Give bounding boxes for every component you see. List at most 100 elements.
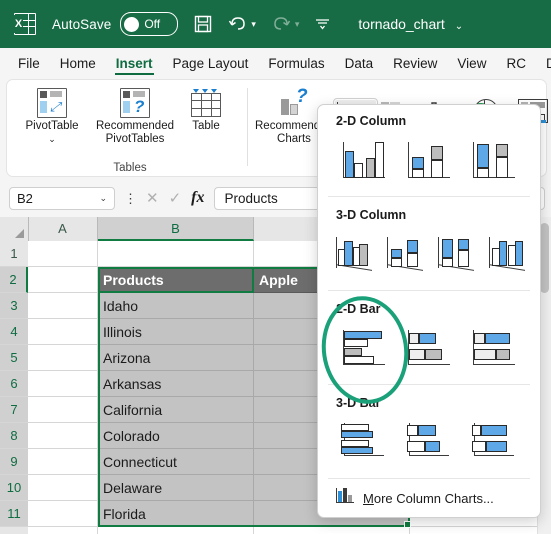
cell-a3[interactable] bbox=[28, 293, 98, 319]
row-header-1[interactable]: 1 bbox=[0, 241, 28, 267]
row-header-12[interactable]: 12 bbox=[0, 527, 28, 534]
row-header-2[interactable]: 2 bbox=[0, 267, 28, 293]
cell-a12[interactable] bbox=[28, 527, 98, 534]
insert-column-chart-gallery[interactable]: 2-D Column 3-D Column 2-D Bar 3-D Bar Mo… bbox=[317, 104, 541, 518]
row-header-4[interactable]: 4 bbox=[0, 319, 28, 345]
cell-a11[interactable] bbox=[28, 501, 98, 527]
column-header-b[interactable]: B bbox=[98, 217, 254, 241]
more-column-charts-item[interactable]: More Column Charts... bbox=[318, 481, 540, 515]
excel-logo-icon: X bbox=[14, 13, 36, 35]
gallery-section-title-2d-bar: 2-D Bar bbox=[336, 302, 381, 316]
cell-c12[interactable] bbox=[254, 527, 410, 534]
row-header-6[interactable]: 6 bbox=[0, 371, 28, 397]
enter-icon[interactable]: ✓ bbox=[169, 189, 182, 207]
document-name-caret-icon[interactable]: ⌄ bbox=[455, 21, 463, 32]
tab-page-layout[interactable]: Page Layout bbox=[163, 50, 259, 77]
cell-a6[interactable] bbox=[28, 371, 98, 397]
sheet-row-12 bbox=[28, 527, 551, 534]
pivottable-caret-icon[interactable]: ⌄ bbox=[48, 133, 56, 146]
customize-quick-access-icon[interactable] bbox=[315, 17, 330, 31]
cell-b3[interactable]: Idaho bbox=[98, 293, 254, 319]
table-button[interactable]: Table bbox=[181, 86, 231, 133]
column-header-a[interactable]: A bbox=[28, 217, 98, 241]
cell-b4[interactable]: Illinois bbox=[98, 319, 254, 345]
row-header-3[interactable]: 3 bbox=[0, 293, 28, 319]
document-name[interactable]: tornado_chart ⌄ bbox=[358, 16, 463, 32]
3d-stacked-bar-icon[interactable] bbox=[397, 414, 459, 470]
undo-dropdown-caret-icon[interactable]: ▾ bbox=[251, 19, 256, 30]
row-header-9[interactable]: 9 bbox=[0, 449, 28, 475]
3d-stacked-column-icon[interactable] bbox=[381, 226, 429, 282]
row-header-11[interactable]: 11 bbox=[0, 501, 28, 527]
cell-b7[interactable]: California bbox=[98, 397, 254, 423]
cell-b5[interactable]: Arizona bbox=[98, 345, 254, 371]
vertical-scrollbar-thumb[interactable] bbox=[540, 223, 549, 293]
redo-dropdown-caret-icon[interactable]: ▾ bbox=[295, 19, 300, 30]
row-header-10[interactable]: 10 bbox=[0, 475, 28, 501]
ribbon-group-title-tables: Tables bbox=[113, 162, 147, 174]
recommended-charts-icon: ? bbox=[279, 86, 309, 120]
name-box-caret-icon[interactable]: ⌄ bbox=[99, 193, 107, 204]
cell-a9[interactable] bbox=[28, 449, 98, 475]
cancel-icon[interactable]: ✕ bbox=[146, 189, 159, 207]
tab-formulas[interactable]: Formulas bbox=[258, 50, 334, 77]
gallery-section-2d-bar bbox=[318, 320, 540, 382]
3d-100-stacked-column-icon[interactable] bbox=[432, 226, 480, 282]
formula-input-value: Products bbox=[224, 190, 278, 206]
3d-column-icon[interactable] bbox=[483, 226, 531, 282]
insert-function-icon[interactable]: fx bbox=[191, 189, 204, 207]
stacked-bar-icon[interactable] bbox=[397, 320, 459, 376]
cell-b8[interactable]: Colorado bbox=[98, 423, 254, 449]
clustered-bar-icon[interactable] bbox=[332, 320, 394, 376]
select-all-corner[interactable] bbox=[0, 217, 29, 242]
gallery-divider-3 bbox=[328, 384, 530, 385]
tab-insert[interactable]: Insert bbox=[106, 50, 163, 77]
cell-b11[interactable]: Florida bbox=[98, 501, 254, 527]
cell-d12[interactable] bbox=[410, 527, 551, 534]
tab-file[interactable]: File bbox=[8, 50, 50, 77]
cell-b12[interactable] bbox=[98, 527, 254, 534]
3d-clustered-bar-icon[interactable] bbox=[332, 414, 394, 470]
100-stacked-bar-icon[interactable] bbox=[462, 320, 524, 376]
cell-a10[interactable] bbox=[28, 475, 98, 501]
recommended-pivottables-label: Recommended PivotTables bbox=[96, 120, 174, 145]
formula-bar-options-icon[interactable]: ⋮ bbox=[124, 192, 137, 205]
redo-icon[interactable]: ▾ bbox=[272, 16, 300, 33]
cell-b9[interactable]: Connecticut bbox=[98, 449, 254, 475]
pivottable-button[interactable]: ⤢ PivotTable ⌄ bbox=[15, 86, 89, 146]
tab-review[interactable]: Review bbox=[383, 50, 447, 77]
cell-b2[interactable]: Products bbox=[98, 267, 254, 293]
tab-data[interactable]: Data bbox=[335, 50, 384, 77]
tab-home[interactable]: Home bbox=[50, 50, 106, 77]
3d-clustered-column-icon[interactable] bbox=[330, 226, 378, 282]
cell-a1[interactable] bbox=[28, 241, 98, 267]
name-box[interactable]: B2 ⌄ bbox=[9, 186, 115, 210]
tab-rc[interactable]: RC bbox=[496, 50, 536, 77]
cell-a4[interactable] bbox=[28, 319, 98, 345]
cell-a7[interactable] bbox=[28, 397, 98, 423]
autosave-toggle[interactable]: Off bbox=[120, 12, 179, 36]
gallery-section-2d-column bbox=[318, 132, 540, 194]
cell-a2[interactable] bbox=[28, 267, 98, 293]
autosave-toggle-knob bbox=[124, 16, 140, 32]
100-stacked-column-icon[interactable] bbox=[462, 132, 524, 188]
row-header-7[interactable]: 7 bbox=[0, 397, 28, 423]
tab-view[interactable]: View bbox=[447, 50, 496, 77]
clustered-column-icon[interactable] bbox=[332, 132, 394, 188]
save-icon[interactable] bbox=[194, 15, 212, 33]
more-column-charts-accelerator: M bbox=[363, 490, 374, 506]
tab-developer[interactable]: De bbox=[536, 50, 551, 77]
row-header-5[interactable]: 5 bbox=[0, 345, 28, 371]
gallery-section-3d-column bbox=[318, 226, 540, 288]
cell-a8[interactable] bbox=[28, 423, 98, 449]
row-header-8[interactable]: 8 bbox=[0, 423, 28, 449]
stacked-column-icon[interactable] bbox=[397, 132, 459, 188]
cell-b10[interactable]: Delaware bbox=[98, 475, 254, 501]
cell-b6[interactable]: Arkansas bbox=[98, 371, 254, 397]
undo-icon[interactable]: ▾ bbox=[228, 16, 256, 33]
3d-100-stacked-bar-icon[interactable] bbox=[462, 414, 524, 470]
cell-b1[interactable] bbox=[98, 241, 254, 267]
cell-a5[interactable] bbox=[28, 345, 98, 371]
recommended-pivottables-button[interactable]: ? Recommended PivotTables bbox=[89, 86, 181, 146]
gallery-section-title-3d-column: 3-D Column bbox=[336, 208, 407, 222]
